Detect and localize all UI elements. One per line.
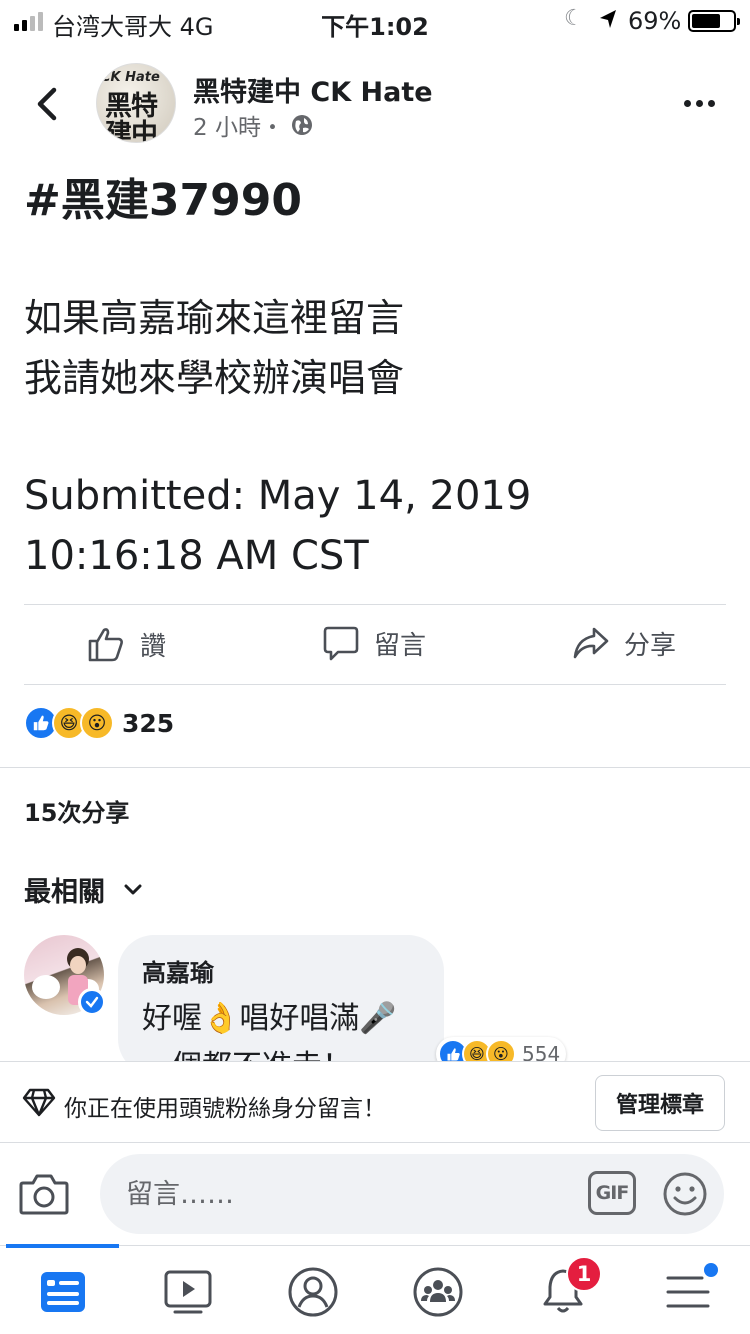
camera-icon[interactable] xyxy=(18,1171,70,1217)
submitted-time: 10:16:18 AM CST xyxy=(24,533,369,579)
gif-button[interactable]: GIF xyxy=(588,1171,636,1215)
back-button[interactable] xyxy=(30,84,66,124)
fan-notice-text: 你正在使用頭號粉絲身分留言！ xyxy=(64,1096,386,1122)
divider xyxy=(24,604,726,605)
chevron-down-icon xyxy=(124,884,142,894)
menu-update-dot xyxy=(704,1263,718,1277)
divider xyxy=(24,684,726,685)
comment-author[interactable]: 高嘉瑜 xyxy=(142,953,214,988)
tab-news-feed[interactable] xyxy=(33,1266,93,1318)
battery-percent: 69% xyxy=(628,7,682,35)
post-hashtag[interactable]: #黑建37990 xyxy=(24,172,724,230)
tab-groups[interactable] xyxy=(408,1266,468,1318)
battery-icon xyxy=(688,10,740,32)
like-label: 讚 xyxy=(140,631,167,662)
active-tab-indicator xyxy=(6,1244,119,1248)
groups-icon xyxy=(413,1267,463,1317)
sort-label: 最相關 xyxy=(24,877,105,908)
moon-icon: ☾ xyxy=(564,6,584,31)
divider xyxy=(0,767,750,768)
verified-icon xyxy=(78,988,106,1016)
video-play-icon xyxy=(164,1270,212,1314)
emoji-icon[interactable] xyxy=(662,1171,708,1217)
notification-badge: 1 xyxy=(566,1256,602,1292)
post-text-line: 如果高嘉瑜來這裡留言 xyxy=(24,296,405,340)
share-count[interactable]: 15次分享 xyxy=(24,793,129,828)
share-label: 分享 xyxy=(624,630,677,661)
like-button[interactable]: 讚 xyxy=(86,624,166,664)
manage-badge-button[interactable]: 管理標章 xyxy=(595,1075,725,1131)
thumbs-up-icon xyxy=(88,628,123,662)
comment-text-line: 好喔👌唱好唱滿🎤 xyxy=(142,1001,397,1036)
top-fan-notice: 你正在使用頭號粉絲身分留言！ 管理標章 xyxy=(0,1061,750,1143)
status-bar: 台湾大哥大 4G 下午1:02 ☾ 69% xyxy=(0,0,750,41)
post-timestamp: 2 小時・ xyxy=(193,115,284,141)
comment-bubble[interactable]: 高嘉瑜 好喔👌唱好唱滿🎤 一個都不准走！ xyxy=(118,935,444,1084)
comment-sort-dropdown[interactable]: 最相關 xyxy=(24,870,143,909)
menu-icon xyxy=(666,1276,710,1308)
submitted-date: Submitted: May 14, 2019 xyxy=(24,473,532,519)
comment-composer xyxy=(0,1143,750,1245)
bottom-tab-bar xyxy=(0,1244,750,1334)
globe-icon xyxy=(291,115,312,135)
comment-bubble-icon xyxy=(323,626,359,661)
comment-label: 留言 xyxy=(374,630,427,661)
page-name[interactable]: 黑特建中 CK Hate xyxy=(193,70,433,109)
avatar-logo-text: CK Hate xyxy=(101,70,160,85)
reactions-summary[interactable]: 😆 😮 325 xyxy=(24,706,174,740)
tab-watch[interactable] xyxy=(158,1266,218,1318)
post-body: #黑建37990 如果高嘉瑜來這裡留言 我請她來學校辦演唱會 Submitted… xyxy=(24,172,724,586)
news-feed-icon xyxy=(41,1272,85,1312)
tab-profile[interactable] xyxy=(283,1266,343,1318)
post-meta: 2 小時・ xyxy=(193,108,314,142)
post-text-line: 我請她來學校辦演唱會 xyxy=(24,356,405,400)
more-options-button[interactable] xyxy=(684,100,715,107)
share-arrow-icon xyxy=(573,627,609,659)
diamond-icon xyxy=(22,1088,56,1117)
share-button[interactable]: 分享 xyxy=(572,624,676,662)
reaction-count: 325 xyxy=(122,708,175,738)
comment-button[interactable]: 留言 xyxy=(322,624,426,662)
profile-icon xyxy=(288,1267,338,1317)
avatar-logo-text: 建中 xyxy=(105,119,158,143)
location-arrow-icon xyxy=(600,10,616,28)
page-avatar[interactable]: CK Hate 黑特 建中 xyxy=(96,63,176,143)
wow-reaction-icon: 😮 xyxy=(80,706,114,740)
